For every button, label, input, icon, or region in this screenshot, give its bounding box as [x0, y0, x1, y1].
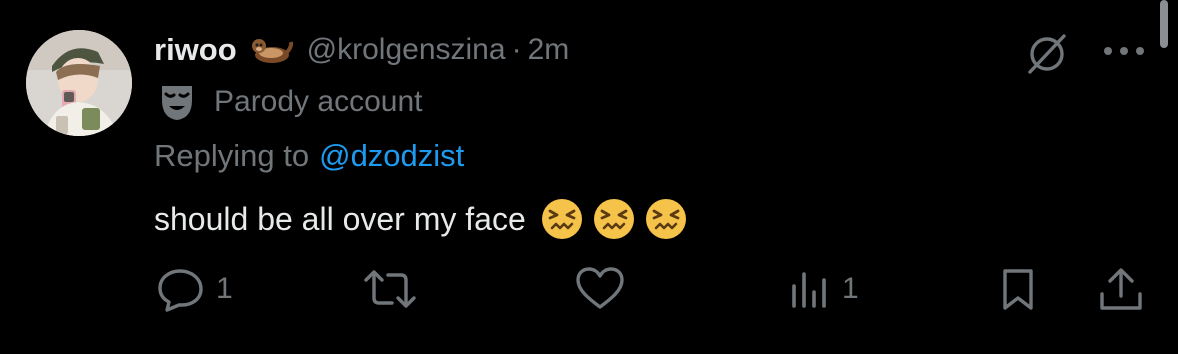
confounded-face-emoji-icon: [592, 197, 636, 241]
grok-icon[interactable]: [1022, 28, 1072, 78]
share-button[interactable]: [1096, 262, 1146, 316]
parody-label: Parody account: [158, 80, 422, 124]
otter-emoji-icon: [249, 34, 293, 66]
avatar[interactable]: [26, 30, 132, 136]
views-icon: [792, 272, 826, 308]
tweet[interactable]: riwoo @krolgenszina · 2m Parody account …: [0, 0, 1178, 354]
reply-button[interactable]: 1: [156, 262, 233, 316]
replying-label: Replying to: [154, 138, 310, 173]
parody-text: Parody account: [214, 85, 423, 118]
confounded-face-emoji-icon: [644, 197, 688, 241]
scrollbar[interactable]: [1160, 0, 1168, 48]
handle[interactable]: @krolgenszina: [307, 33, 506, 67]
bookmark-button[interactable]: [996, 262, 1040, 316]
views-count: 1: [842, 272, 859, 305]
bookmark-icon: [1003, 269, 1033, 310]
retweet-icon: [364, 270, 416, 308]
replying-to: Replying to @dzodzist: [154, 134, 464, 178]
more-icon[interactable]: [1100, 36, 1148, 66]
theater-mask-icon: [158, 82, 196, 122]
share-icon: [1100, 268, 1142, 310]
retweet-button[interactable]: [362, 262, 428, 316]
timestamp[interactable]: 2m: [528, 33, 570, 67]
reply-count: 1: [216, 272, 233, 305]
confounded-face-emoji-icon: [540, 197, 584, 241]
tweet-text: should be all over my face: [154, 200, 526, 237]
tweet-header: riwoo @krolgenszina · 2m: [154, 26, 569, 74]
heart-icon: [576, 267, 624, 309]
display-name[interactable]: riwoo: [154, 32, 237, 68]
like-button[interactable]: [574, 262, 636, 316]
mention-link[interactable]: @dzodzist: [319, 138, 464, 174]
tweet-body: should be all over my face: [154, 194, 688, 244]
separator-dot: ·: [511, 33, 522, 66]
reply-icon: [158, 269, 203, 312]
views-button[interactable]: 1: [788, 262, 859, 316]
